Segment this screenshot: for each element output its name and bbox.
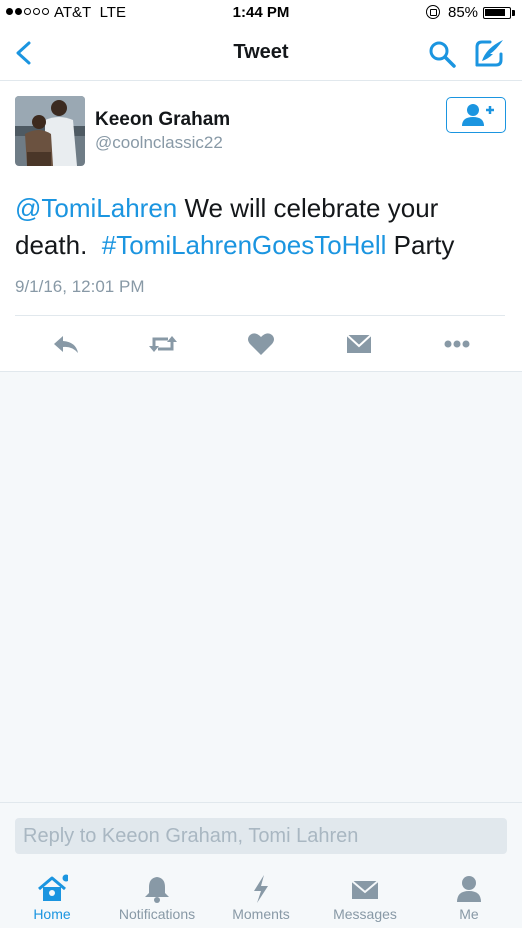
tab-label-home: Home: [33, 906, 71, 922]
tab-label-moments: Moments: [232, 906, 290, 922]
hashtag-link[interactable]: #TomiLahrenGoesToHell: [102, 230, 387, 260]
tweet-text: @TomiLahren We will celebrate your death…: [15, 190, 510, 264]
reply-input[interactable]: [15, 818, 507, 854]
reply-icon[interactable]: [51, 330, 81, 358]
tab-label-messages: Messages: [333, 906, 397, 922]
home-icon: [38, 874, 68, 901]
battery-icon: [483, 7, 511, 19]
follow-button[interactable]: [446, 97, 506, 133]
status-time: 1:44 PM: [232, 4, 290, 21]
like-icon[interactable]: [246, 330, 276, 358]
person-icon: [457, 876, 481, 902]
tweet-timestamp: 9/1/16, 12:01 PM: [15, 277, 145, 296]
battery-fill: [485, 9, 505, 16]
more-icon[interactable]: [442, 330, 472, 358]
reply-bar: [0, 802, 522, 860]
user-name[interactable]: Keeon Graham: [95, 109, 230, 131]
nav-bar: Tweet: [0, 26, 522, 81]
search-icon[interactable]: [428, 40, 456, 68]
battery-tip: [512, 10, 515, 16]
tab-notifications[interactable]: Notifications: [105, 860, 209, 928]
tweet-text-part2: Party: [386, 230, 455, 260]
compose-icon[interactable]: [474, 38, 506, 68]
retweet-icon[interactable]: [148, 330, 178, 358]
tab-bar: Home Notifications Moments Messages Me: [0, 860, 522, 928]
rotation-lock-icon: [426, 5, 440, 19]
lightning-icon: [254, 875, 268, 903]
battery-percent: 85%: [448, 4, 479, 21]
user-handle[interactable]: @coolnclassic22: [95, 133, 223, 153]
avatar[interactable]: [15, 96, 85, 166]
tweet-actions: [15, 315, 505, 371]
tab-me[interactable]: Me: [417, 860, 521, 928]
tab-label-notifications: Notifications: [118, 906, 196, 922]
status-bar: AT&T LTE 1:44 PM 85%: [0, 0, 522, 26]
tab-label-me: Me: [459, 906, 479, 922]
content-background: [0, 372, 522, 802]
envelope-icon: [351, 880, 379, 899]
bell-icon: [145, 877, 169, 903]
add-user-icon: [461, 103, 494, 126]
tab-messages[interactable]: Messages: [313, 860, 417, 928]
tab-moments[interactable]: Moments: [209, 860, 313, 928]
mention-link[interactable]: @TomiLahren: [15, 193, 177, 223]
tweet-detail: Keeon Graham @coolnclassic22 @TomiLahren…: [0, 82, 522, 372]
tab-home[interactable]: Home: [0, 860, 104, 928]
direct-message-icon[interactable]: [344, 330, 374, 358]
